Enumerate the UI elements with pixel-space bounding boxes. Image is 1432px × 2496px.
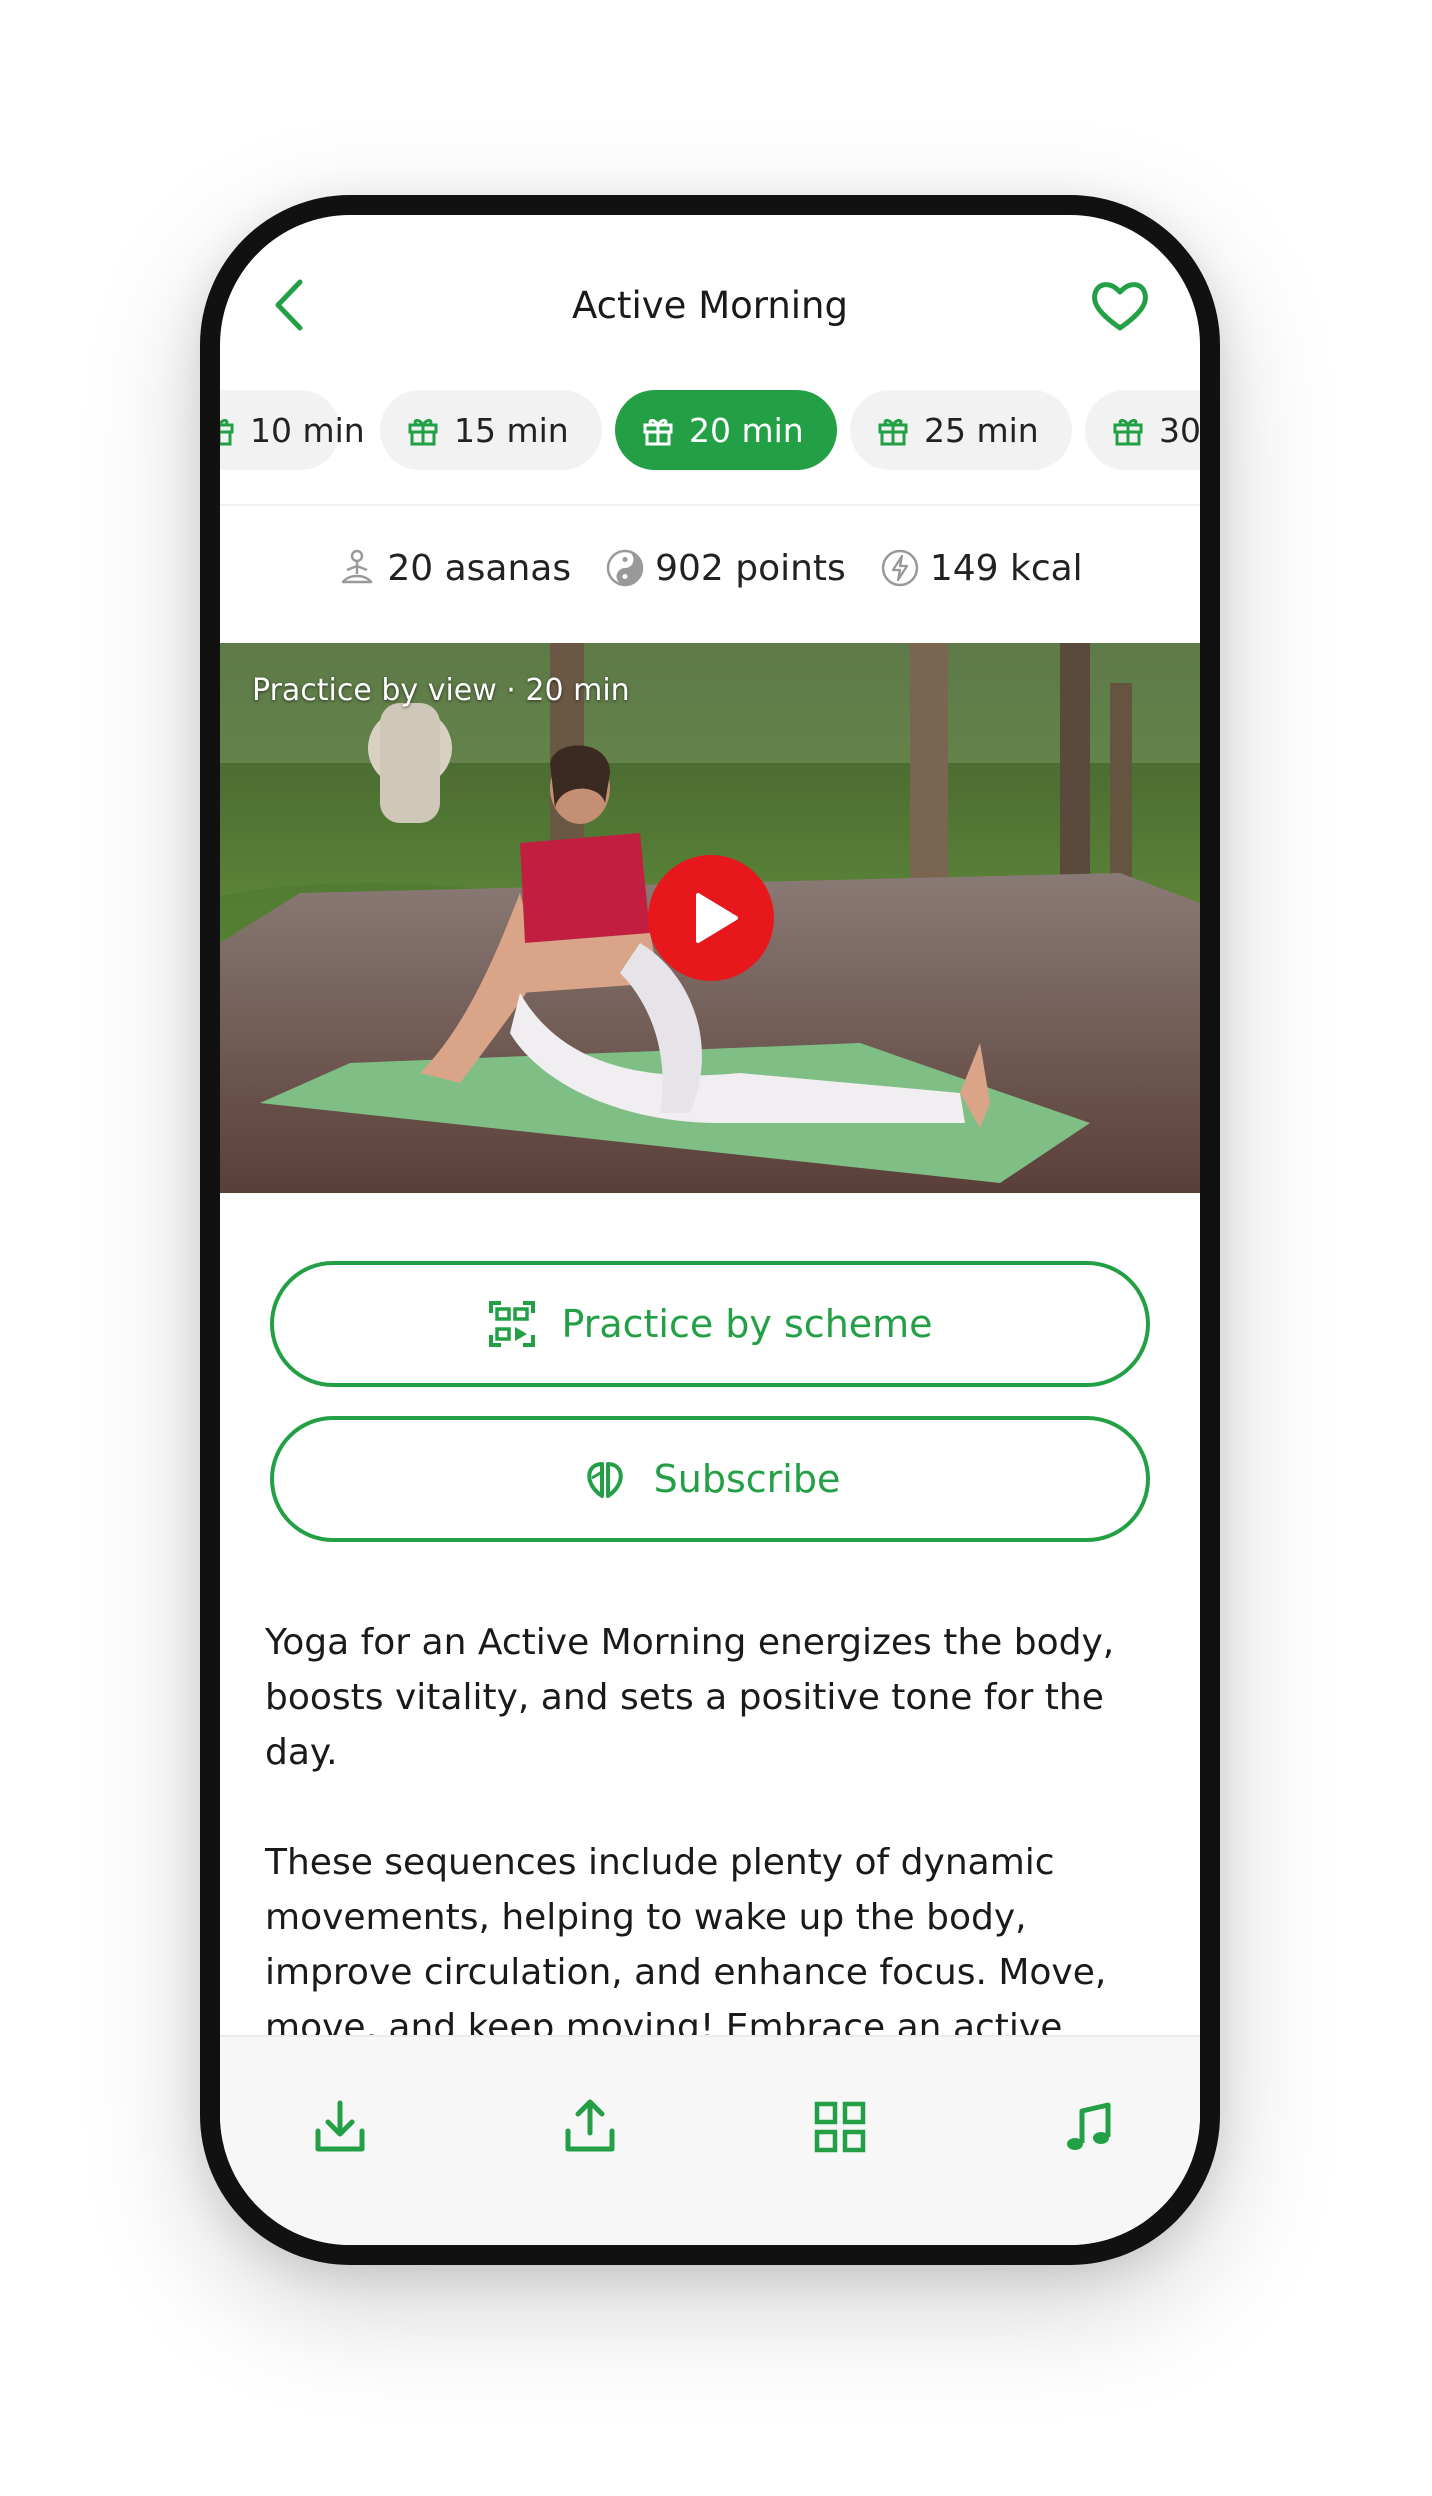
app-screen: Active Morning 10 min 15 min 20 min 25 m… (220, 215, 1200, 2245)
gift-icon (408, 418, 438, 446)
gift-icon (878, 418, 908, 446)
gift-icon (220, 418, 234, 446)
download-icon (315, 2100, 365, 2152)
subscribe-label: Subscribe (653, 1457, 841, 1501)
description: Yoga for an Active Morning energizes the… (265, 1615, 1165, 2075)
description-paragraph: Yoga for an Active Morning energizes the… (265, 1622, 1115, 1773)
page-title: Active Morning (571, 283, 848, 327)
duration-selector: 10 min 15 min 20 min 25 min 30 (220, 390, 1200, 472)
subscribe-button[interactable]: Subscribe (270, 1416, 1150, 1542)
play-icon (696, 893, 738, 943)
share-button[interactable] (560, 2097, 620, 2157)
music-icon (1067, 2102, 1111, 2150)
stat-points: 902 points (605, 548, 846, 589)
meditation-icon (342, 549, 373, 584)
play-button[interactable] (648, 855, 774, 981)
duration-chip-15[interactable]: 15 min (380, 390, 602, 470)
scheme-icon (489, 1301, 536, 1347)
practice-by-scheme-label: Practice by scheme (561, 1302, 933, 1346)
bottom-toolbar (220, 2035, 1200, 2245)
duration-chip-30[interactable]: 30 (1085, 390, 1200, 470)
duration-label: 20 min (689, 410, 804, 450)
divider (220, 504, 1200, 506)
heart-icon (1092, 282, 1148, 331)
music-button[interactable] (1060, 2097, 1120, 2157)
subscribe-icon (586, 1462, 623, 1498)
video-caption: Practice by view · 20 min (252, 673, 630, 708)
duration-label: 30 (1159, 410, 1200, 450)
grid-button[interactable] (810, 2097, 870, 2157)
duration-label: 10 min (250, 410, 365, 450)
share-icon (565, 2099, 615, 2152)
phone-frame: Active Morning 10 min 15 min 20 min 25 m… (200, 195, 1220, 2265)
header: Active Morning (220, 215, 1200, 395)
grid-icon (814, 2101, 866, 2153)
lightning-icon (881, 549, 919, 587)
download-button[interactable] (310, 2097, 370, 2157)
stat-points-value: 902 points (655, 547, 846, 589)
duration-label: 15 min (454, 410, 569, 450)
description-paragraph: These sequences include plenty of dynami… (265, 1842, 1107, 2048)
video-player[interactable]: Practice by view · 20 min (220, 643, 1200, 1193)
duration-chip-10[interactable]: 10 min (220, 390, 365, 470)
favorite-button[interactable] (1085, 270, 1155, 340)
duration-chip-25[interactable]: 25 min (850, 390, 1072, 470)
stat-kcal-value: 149 kcal (929, 547, 1083, 589)
gift-icon (1113, 418, 1143, 446)
yin-yang-icon (606, 549, 644, 587)
back-button[interactable] (260, 270, 320, 340)
stat-kcal: 149 kcal (880, 548, 1083, 589)
practice-stats: 20 asanas 902 points 149 kcal (220, 533, 1200, 603)
duration-label: 25 min (924, 410, 1039, 450)
stat-asanas: 20 asanas (337, 548, 571, 589)
duration-chip-20[interactable]: 20 min (615, 390, 837, 470)
chevron-left-icon (275, 279, 303, 331)
practice-by-scheme-button[interactable]: Practice by scheme (270, 1261, 1150, 1387)
gift-icon (643, 418, 673, 446)
stat-asanas-value: 20 asanas (387, 547, 572, 589)
